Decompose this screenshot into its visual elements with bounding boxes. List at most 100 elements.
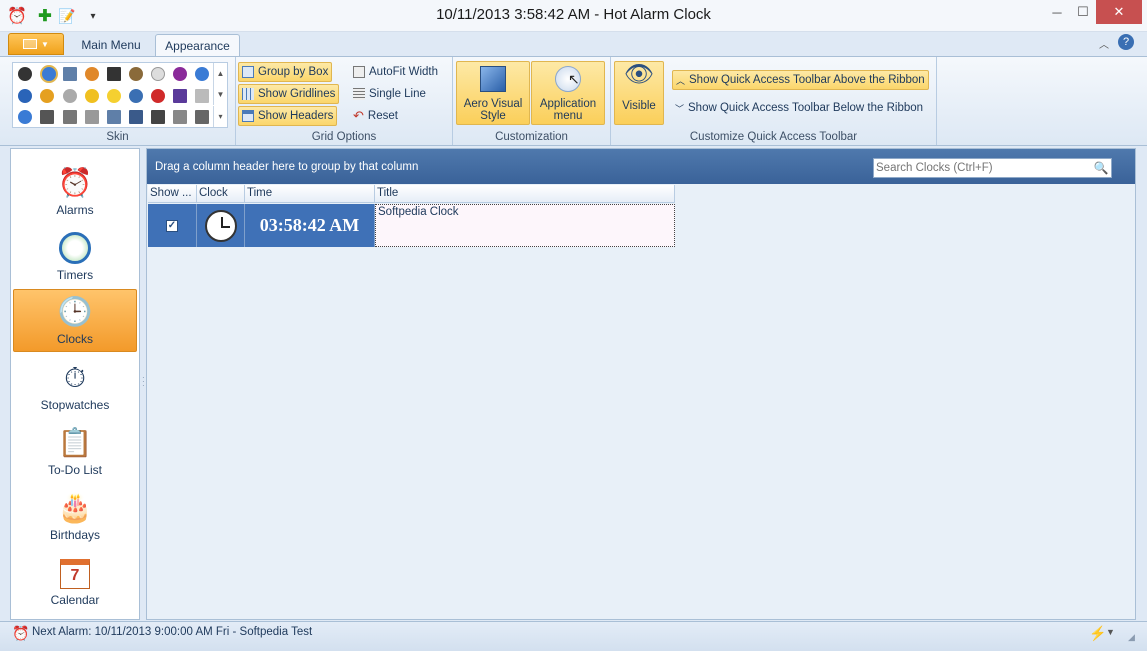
chevron-down-icon[interactable]: ▼ xyxy=(1106,627,1115,637)
calendar-icon: 7 xyxy=(60,559,90,589)
minimize-ribbon-icon[interactable]: ︿ xyxy=(1099,36,1109,51)
skin-swatch[interactable] xyxy=(63,89,77,103)
group-by-hint: Drag a column header here to group by th… xyxy=(155,161,419,173)
table-row-show-cell[interactable]: ✓ xyxy=(148,204,197,247)
nav-item-label: Clocks xyxy=(56,332,93,346)
skin-swatch[interactable] xyxy=(151,67,165,81)
skin-swatch[interactable] xyxy=(40,110,54,124)
table-row-time-cell[interactable]: 03:58:42 AM xyxy=(245,204,375,247)
menu-icon xyxy=(23,39,38,49)
reset-icon: ↶ xyxy=(353,108,364,123)
qat-above-ribbon-button[interactable]: ︿ Show Quick Access Toolbar Above the Ri… xyxy=(672,70,929,90)
nav-item-stopwatches[interactable]: ⏱ Stopwatches xyxy=(13,354,137,417)
skin-swatch[interactable] xyxy=(18,89,32,103)
skin-swatch[interactable] xyxy=(63,110,77,124)
column-header-time[interactable]: Time xyxy=(245,185,375,203)
help-icon[interactable]: ? xyxy=(1118,34,1134,50)
qat-below-ribbon-label: Show Quick Access Toolbar Below the Ribb… xyxy=(688,102,924,114)
application-menu-style-button[interactable]: ↖ Application menu xyxy=(531,61,605,125)
skin-swatch[interactable] xyxy=(195,89,209,103)
skin-swatch[interactable] xyxy=(129,89,143,103)
search-input[interactable] xyxy=(874,159,1091,177)
resize-grip-icon[interactable]: ◢ xyxy=(1128,632,1135,643)
todo-list-icon: 📋 xyxy=(57,427,93,458)
aero-visual-style-label-2: Style xyxy=(480,110,506,122)
skin-swatch[interactable] xyxy=(151,89,165,103)
window-title: 10/11/2013 3:58:42 AM - Hot Alarm Clock xyxy=(436,6,711,23)
skin-swatch[interactable] xyxy=(63,67,77,81)
gallery-scroll-down-icon[interactable]: ▼ xyxy=(213,84,227,105)
column-header-title[interactable]: Title xyxy=(375,185,675,203)
alarm-clock-icon: ⏰ xyxy=(57,167,93,198)
skin-swatch[interactable] xyxy=(173,110,187,124)
analog-clock-icon xyxy=(204,209,237,242)
title-bar: ⏰ ✚ 📝 ▾ 10/11/2013 3:58:42 AM - Hot Alar… xyxy=(0,0,1147,32)
nav-item-calendar[interactable]: 7 Calendar xyxy=(13,549,137,612)
skin-swatch[interactable] xyxy=(85,67,99,81)
group-by-panel[interactable]: Drag a column header here to group by th… xyxy=(147,149,1135,184)
chevron-up-icon: ︿ xyxy=(676,75,686,86)
column-header-clock[interactable]: Clock xyxy=(197,185,245,203)
group-by-box-button[interactable]: Group by Box xyxy=(238,62,333,82)
nav-item-birthdays[interactable]: 🎂 Birthdays xyxy=(13,484,137,547)
headers-icon xyxy=(242,110,254,122)
skin-swatch[interactable] xyxy=(173,89,187,103)
group-by-box-label: Group by Box xyxy=(258,66,329,78)
autofit-width-label: AutoFit Width xyxy=(369,66,439,78)
qat-above-ribbon-label: Show Quick Access Toolbar Above the Ribb… xyxy=(689,74,925,86)
nav-item-timers[interactable]: Timers xyxy=(13,224,137,287)
skin-gallery[interactable]: ▲ ▼ ▾ xyxy=(12,62,228,128)
nav-item-clocks[interactable]: 🕒 Clocks xyxy=(13,289,137,352)
aero-visual-style-label-1: Aero Visual xyxy=(463,98,523,110)
search-icon[interactable]: 🔍 xyxy=(1091,161,1111,175)
autofit-icon xyxy=(353,66,365,78)
skin-swatch-selected[interactable] xyxy=(40,65,58,83)
nav-item-alarms[interactable]: ⏰ Alarms xyxy=(13,159,137,222)
minimize-button[interactable]: ─ xyxy=(1044,0,1070,24)
nav-item-todo-list[interactable]: 📋 To-Do List xyxy=(13,419,137,482)
customize-qat-group: 👁 Visible ︿ Show Quick Access Toolbar Ab… xyxy=(611,57,937,145)
lightning-icon[interactable]: ⚡ xyxy=(1089,625,1106,642)
skin-swatch[interactable] xyxy=(151,110,165,124)
skin-swatch[interactable] xyxy=(195,67,209,81)
skin-swatch[interactable] xyxy=(18,67,32,81)
skin-swatch[interactable] xyxy=(40,89,54,103)
skin-swatch[interactable] xyxy=(18,110,32,124)
customization-group: Aero Visual Style ↖ Application menu Cus… xyxy=(453,57,611,145)
reset-label: Reset xyxy=(367,110,398,122)
autofit-width-button[interactable]: AutoFit Width xyxy=(350,62,441,82)
column-header-show[interactable]: Show ... xyxy=(148,185,197,203)
gallery-expand-icon[interactable]: ▾ xyxy=(213,106,227,127)
skin-swatch[interactable] xyxy=(107,110,121,124)
application-menu-button[interactable]: ▼ xyxy=(8,33,64,55)
skin-swatch[interactable] xyxy=(85,110,99,124)
aero-visual-style-button[interactable]: Aero Visual Style xyxy=(456,61,530,125)
skin-swatch[interactable] xyxy=(129,67,143,81)
close-button[interactable]: ✕ xyxy=(1096,0,1142,24)
skin-swatch[interactable] xyxy=(107,67,121,81)
table-row-clock-cell[interactable] xyxy=(197,204,245,247)
nav-item-label: Alarms xyxy=(56,203,94,217)
show-gridlines-button[interactable]: Show Gridlines xyxy=(238,84,340,104)
maximize-button[interactable]: ☐ xyxy=(1070,0,1096,24)
visible-button[interactable]: 👁 Visible xyxy=(614,61,664,125)
skin-swatch[interactable] xyxy=(173,67,187,81)
show-checkbox[interactable]: ✓ xyxy=(166,219,178,232)
qat-below-ribbon-button[interactable]: ﹀ Show Quick Access Toolbar Below the Ri… xyxy=(672,98,926,118)
single-line-button[interactable]: Single Line xyxy=(350,84,429,104)
table-row-title-cell[interactable]: Softpedia Clock xyxy=(375,204,675,247)
skin-swatch[interactable] xyxy=(85,89,99,103)
tab-appearance[interactable]: Appearance xyxy=(155,34,240,56)
skin-swatch[interactable] xyxy=(129,110,143,124)
customize-qat-group-label: Customize Quick Access Toolbar xyxy=(689,131,858,143)
search-box[interactable]: 🔍 xyxy=(873,158,1112,178)
skin-swatch[interactable] xyxy=(195,110,209,124)
grid-options-group-label: Grid Options xyxy=(311,131,377,143)
gallery-scroll-up-icon[interactable]: ▲ xyxy=(213,63,227,84)
reset-button[interactable]: ↶ Reset xyxy=(350,106,401,126)
skin-group: ▲ ▼ ▾ Skin xyxy=(0,57,236,145)
show-headers-button[interactable]: Show Headers xyxy=(238,106,338,126)
tab-main-menu[interactable]: Main Menu xyxy=(72,34,150,56)
aero-style-icon xyxy=(480,66,506,92)
skin-swatch[interactable] xyxy=(107,89,121,103)
